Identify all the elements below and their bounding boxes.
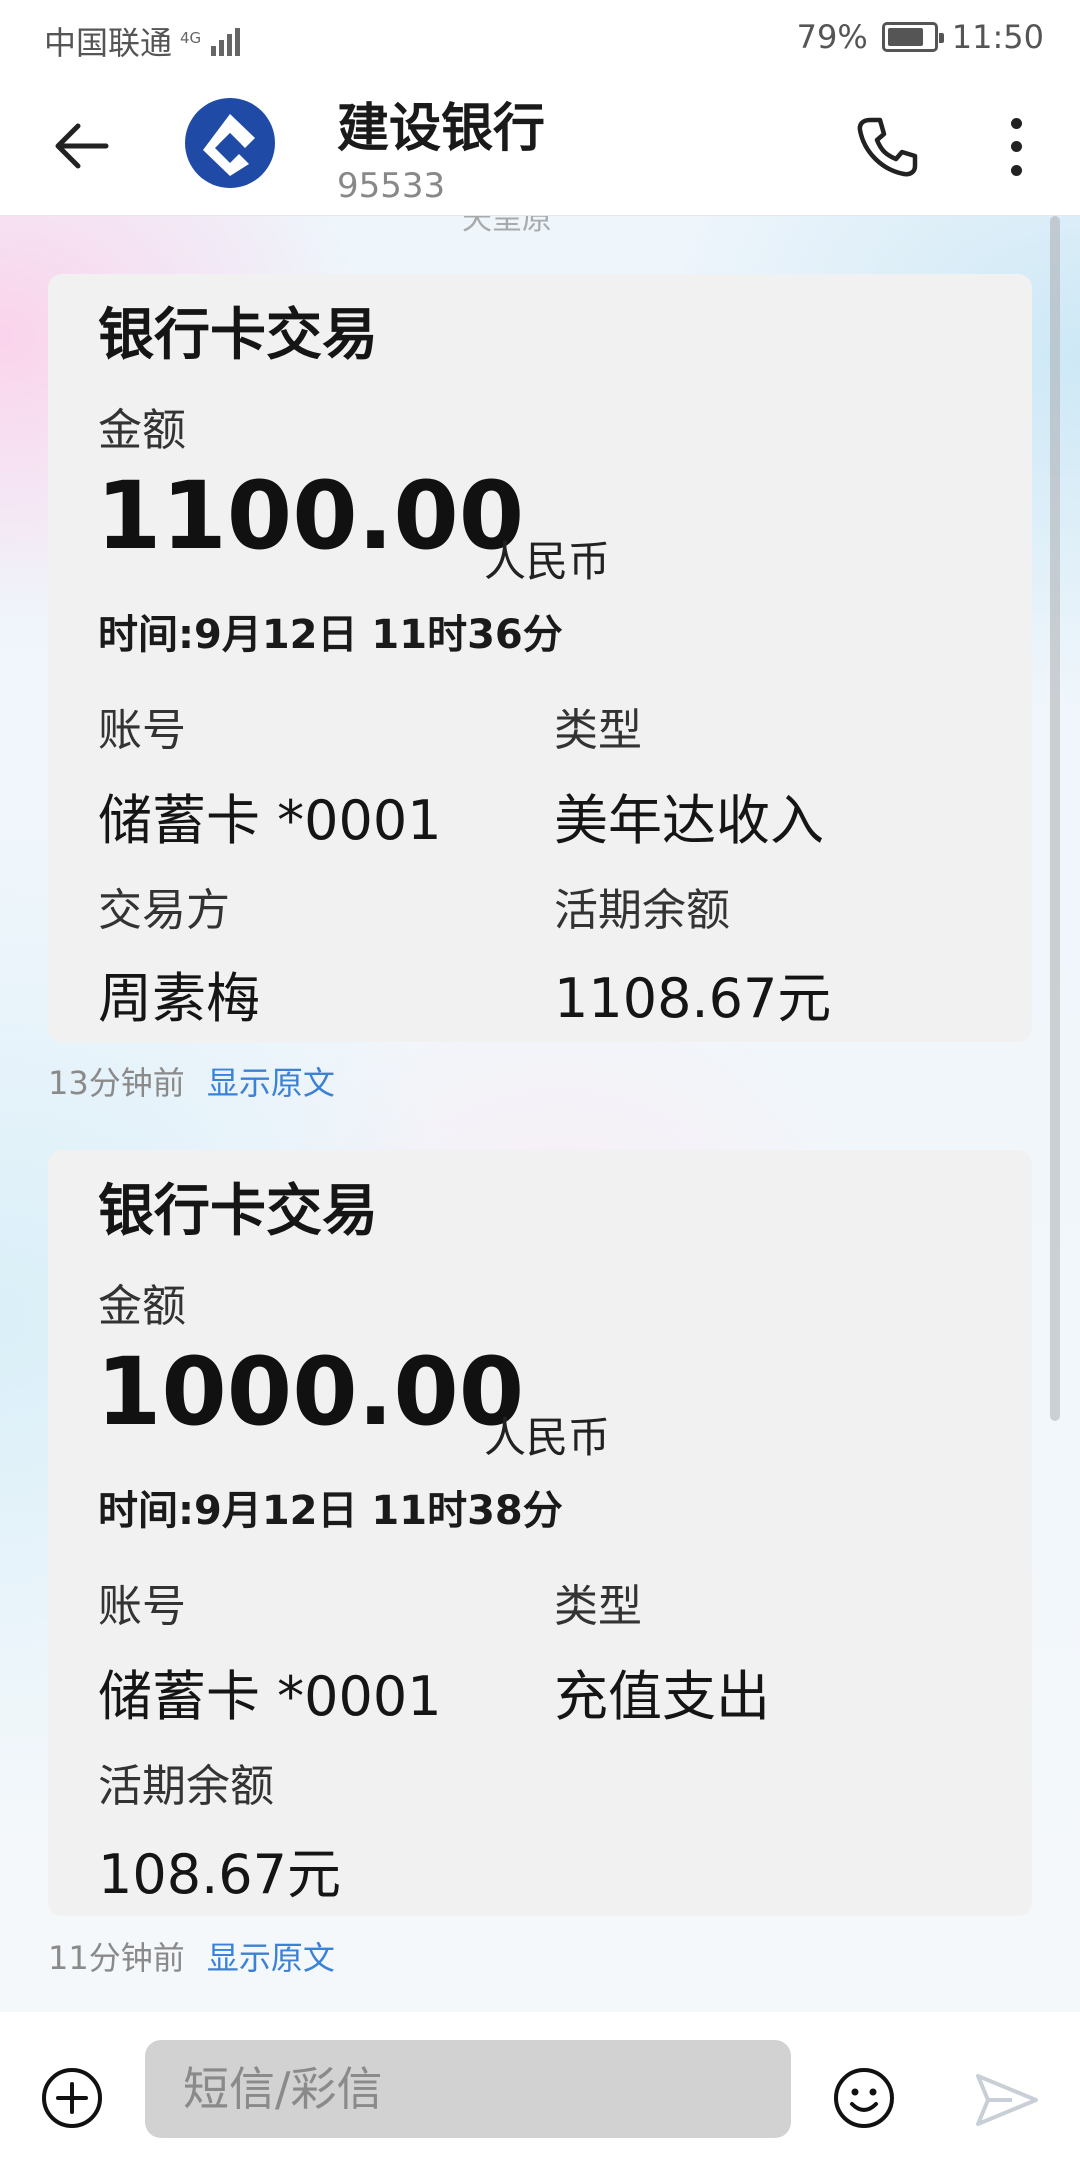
message-meta: 11分钟前 显示原文: [48, 1933, 335, 1979]
network-type: 4G: [180, 28, 202, 47]
type-label: 类型: [554, 1581, 642, 1632]
currency-label: 人民币: [484, 537, 611, 586]
conversation-header: 建设银行 95533: [0, 74, 1080, 216]
clock: 11:50: [951, 18, 1044, 56]
card-title: 银行卡交易: [98, 1179, 378, 1244]
send-icon: [976, 2074, 1038, 2126]
account-value: 储蓄卡 *0001: [98, 1665, 442, 1728]
message-thread[interactable]: 天呈原 银行卡交易 金额 1100.00 人民币 时间:9月12日 11时36分…: [0, 216, 1080, 2012]
message-age: 13分钟前: [48, 1064, 185, 1102]
carrier-name: 中国联通: [44, 24, 173, 62]
back-arrow-icon: [55, 123, 109, 169]
party-label: 交易方: [98, 885, 230, 936]
type-value: 充值支出: [554, 1665, 770, 1728]
ccb-logo-avatar[interactable]: [183, 96, 277, 190]
emoji-button[interactable]: [832, 2066, 896, 2130]
more-options-button[interactable]: [1000, 112, 1032, 182]
party-value: 周素梅: [98, 967, 260, 1030]
type-label: 类型: [554, 705, 642, 756]
smiley-icon: [834, 2068, 894, 2128]
account-label: 账号: [98, 1581, 186, 1632]
phone-icon: [857, 117, 918, 177]
more-dot-icon: [1010, 118, 1022, 130]
balance-label: 活期余额: [98, 1761, 274, 1812]
send-button[interactable]: [972, 2068, 1042, 2132]
back-button[interactable]: [50, 114, 114, 178]
clipped-text: 天呈原: [462, 216, 552, 237]
show-original-link[interactable]: 显示原文: [207, 1064, 335, 1102]
balance-value: 108.67元: [98, 1843, 341, 1906]
more-dot-icon: [1010, 164, 1022, 176]
status-right: 79% 11:50: [797, 18, 1044, 56]
currency-label: 人民币: [484, 1413, 611, 1462]
battery-icon: [881, 22, 944, 52]
amount-label: 金额: [98, 405, 186, 456]
card-title: 银行卡交易: [98, 303, 378, 368]
transaction-card[interactable]: 银行卡交易 金额 1000.00 人民币 时间:9月12日 11时38分 账号 …: [48, 1150, 1032, 1916]
scrollbar[interactable]: [1050, 216, 1060, 1421]
status-bar: 中国联通 4G 79% 11:50: [0, 0, 1080, 74]
add-attachment-button[interactable]: [40, 2066, 104, 2130]
transaction-card[interactable]: 银行卡交易 金额 1100.00 人民币 时间:9月12日 11时36分 账号 …: [48, 274, 1032, 1042]
call-button[interactable]: [852, 112, 922, 182]
show-original-link[interactable]: 显示原文: [207, 1939, 335, 1977]
type-value: 美年达收入: [554, 789, 824, 852]
balance-value: 1108.67元: [554, 967, 832, 1030]
contact-name: 建设银行: [337, 99, 546, 159]
amount-label: 金额: [98, 1281, 186, 1332]
contact-number: 95533: [337, 166, 446, 206]
composer-bar: 短信/彩信: [0, 2012, 1080, 2160]
carrier-info: 中国联通 4G: [44, 18, 241, 64]
signal-icon: [211, 26, 241, 56]
amount-value: 1100.00: [96, 462, 525, 571]
transaction-time: 时间:9月12日 11时38分: [98, 1488, 563, 1534]
plus-circle-icon: [42, 2068, 102, 2128]
account-label: 账号: [98, 705, 186, 756]
amount-value: 1000.00: [96, 1338, 525, 1447]
account-value: 储蓄卡 *0001: [98, 789, 442, 852]
transaction-time: 时间:9月12日 11时36分: [98, 612, 563, 658]
message-meta: 13分钟前 显示原文: [48, 1058, 335, 1104]
message-input[interactable]: 短信/彩信: [145, 2040, 791, 2138]
message-age: 11分钟前: [48, 1939, 185, 1977]
balance-label: 活期余额: [554, 885, 730, 936]
more-dot-icon: [1010, 141, 1022, 153]
ccb-logo-icon: [185, 98, 275, 188]
battery-percent: 79%: [796, 18, 868, 56]
